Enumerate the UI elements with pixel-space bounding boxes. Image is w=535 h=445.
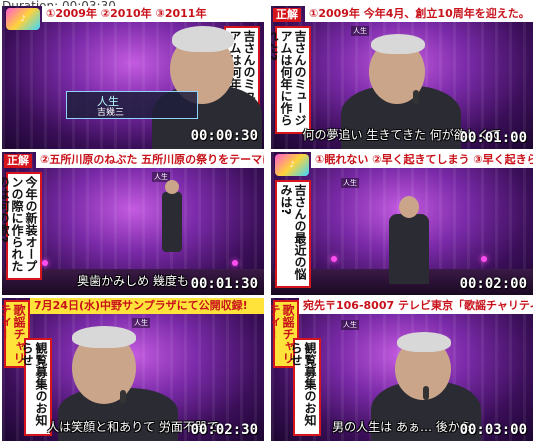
timecode: 00:02:00 [459,276,527,292]
lower-third: 人生 吉幾三 [66,91,198,119]
microphone [120,390,126,404]
timecode: 00:02:30 [190,422,258,438]
singer-face [399,196,419,218]
quiz-question: 吉さんの最近の悩みは? [275,180,311,288]
timecode: 00:03:00 [459,422,527,438]
show-logo: ♪ [6,8,40,30]
artist-name: 吉幾三 [97,108,125,118]
thumbnail-2: ①2009年 今年4月、創立10周年を迎えた。 正解 吉さんのミュージアムは何年… [271,6,533,149]
stage-light [232,260,238,266]
quiz-question: 今年の新装オープンの際に作られたのは何の歌? [2,172,42,280]
microphone [413,90,419,104]
singer-face [165,180,179,194]
answer-caption: ②五所川原のねぶた 五所川原の祭りをテーマに吉さんが作った曲。 [36,152,264,168]
singer-hair [172,26,234,52]
thumbnail-6: 宛先〒106-8007 テレビ東京「歌謡チャリティー」 歌謡チャリティー 観覧募… [271,298,533,441]
thumbnail-1: ♪ ①2009年 ②2010年 ③2011年 吉さんのミュージアムは何年に作られ… [2,6,264,149]
correct-badge: 正解 [273,8,301,22]
stage-light [481,256,487,262]
show-logo: ♪ [275,154,309,176]
correct-badge: 正解 [4,154,32,168]
singer-body [389,214,429,284]
thumbnail-4: ♪ ①眠れない ②早く起きてしまう ③早く起きられない 吉さんの最近の悩みは? … [271,152,533,295]
quiz-question: 吉さんのミュージアムは何年に作られた? [271,26,311,134]
singer-hair [371,34,425,54]
quiz-options: ①眠れない ②早く起きてしまう ③早く起きられない [311,152,533,168]
stage-light [42,260,48,266]
timecode: 00:01:30 [190,276,258,292]
stage-light [331,256,337,262]
event-banner: 7月24日(水)中野サンプラザにて公開収録! [30,298,264,314]
microphone [423,386,429,400]
address-banner: 宛先〒106-8007 テレビ東京「歌謡チャリティー」 [299,298,533,314]
singer-hair [397,332,451,352]
singer-hair [72,326,136,348]
thumbnail-5: 7月24日(水)中野サンプラザにて公開収録! 歌謡チャリティー 観覧募集のお知ら… [2,298,264,441]
song-tag: 人生 [351,26,369,36]
singer-body [162,192,182,252]
quiz-options: ①2009年 ②2010年 ③2011年 [42,6,264,22]
timecode: 00:00:30 [190,128,258,144]
song-tag: 人生 [341,320,359,330]
thumbnail-3: ②五所川原のねぶた 五所川原の祭りをテーマに吉さんが作った曲。 正解 今年の新装… [2,152,264,295]
song-tag: 人生 [341,178,359,188]
song-tag: 人生 [132,318,150,328]
answer-caption: ①2009年 今年4月、創立10周年を迎えた。 [305,6,533,22]
timecode: 00:01:00 [459,130,527,146]
